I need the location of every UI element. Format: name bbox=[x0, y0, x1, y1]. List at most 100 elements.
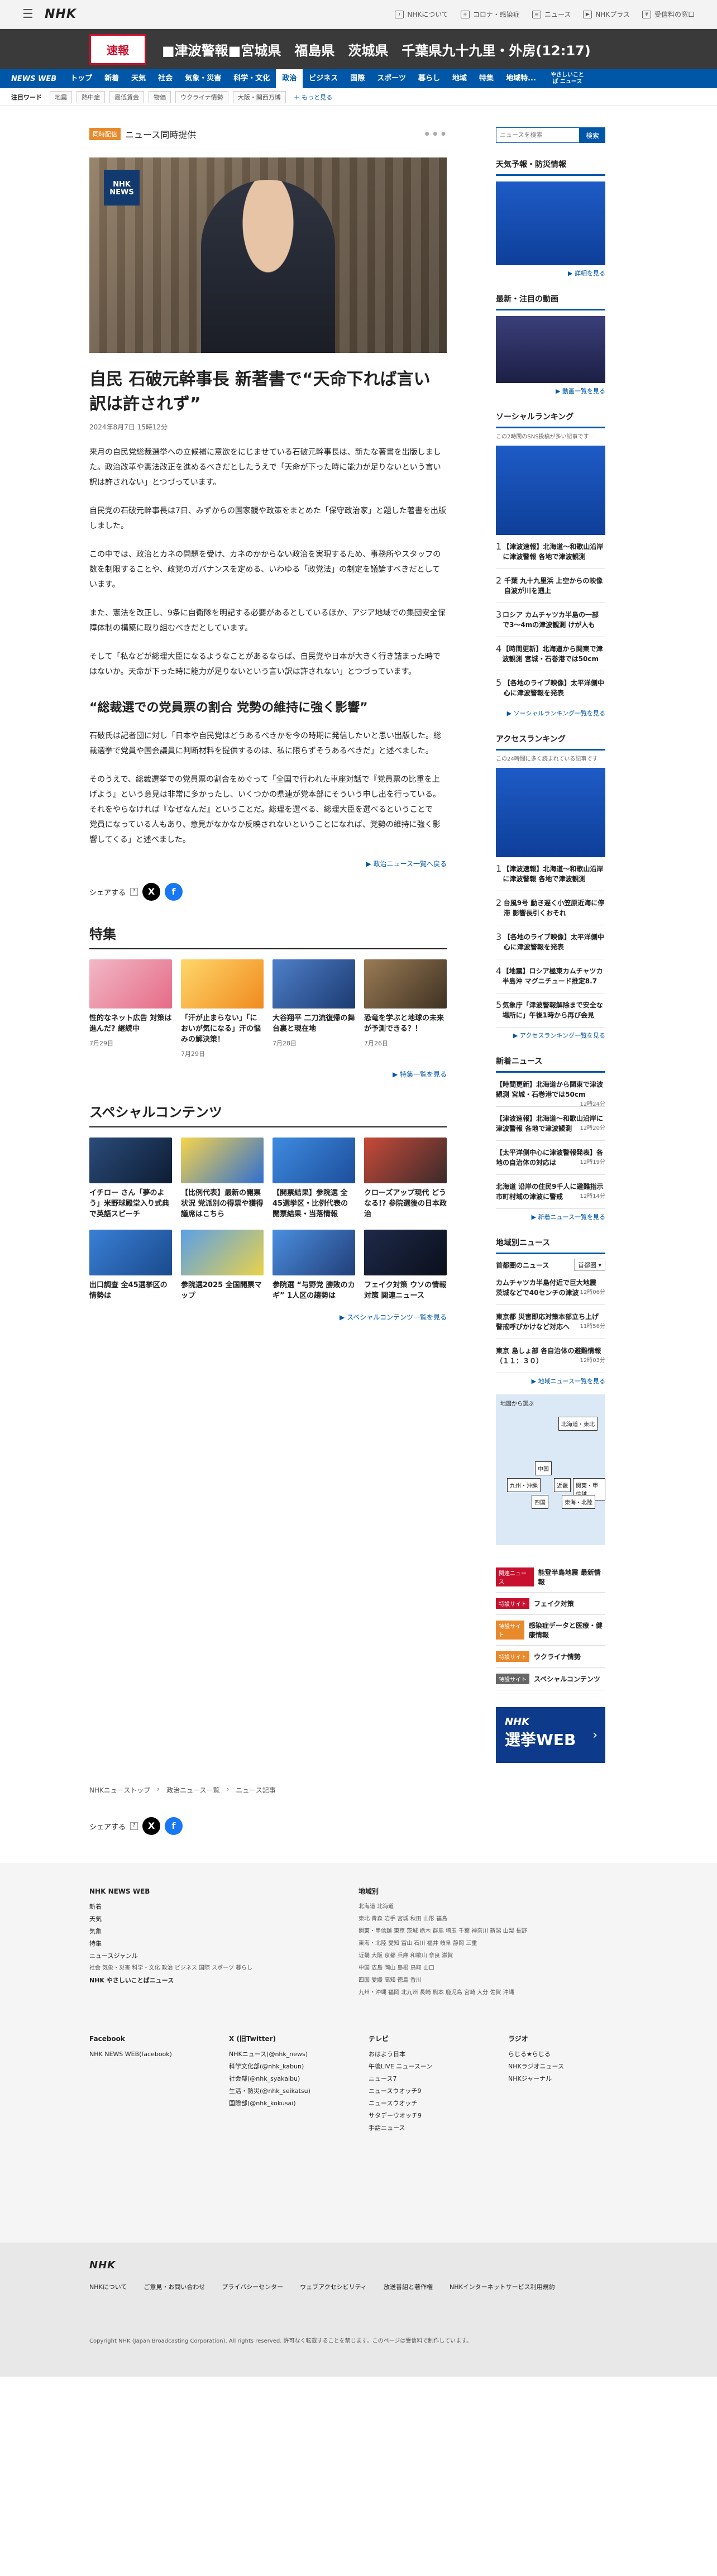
special-card[interactable]: イチロー さん「夢のよう」米野球殿堂入り式典で英語スピーチ bbox=[89, 1138, 172, 1220]
special-card[interactable]: フェイク対策 ウソの情報対策 関連ニュース bbox=[364, 1230, 447, 1301]
special-more-link[interactable]: ▶ スペシャルコンテンツ一覧を見る bbox=[89, 1312, 447, 1322]
ranking-item[interactable]: 3 ロシア カムチャツカ半島の一部で3〜4mの津波観測 けが人も bbox=[496, 603, 605, 637]
feature-card[interactable]: 恐竜を学ぶと地球の未来が予測できる？！ 7月26日 bbox=[364, 959, 447, 1058]
ranking-item[interactable]: 4 【時間更新】北海道から関東で津波観測 宮城・石巻港では50cm bbox=[496, 637, 605, 671]
header-link-plus[interactable]: ▶ NHKプラス bbox=[583, 9, 630, 19]
latest-item[interactable]: 【時間更新】北海道から関東で津波観測 宮城・石巻港では50cm 12時24分 bbox=[496, 1073, 605, 1107]
feature-card[interactable]: 性的なネット広告 対策は進んだ? 継続中 7月29日 bbox=[89, 959, 172, 1058]
share-info-icon[interactable]: ? bbox=[130, 888, 138, 896]
tag[interactable]: 大阪・関西万博 bbox=[232, 90, 286, 103]
nav-weather[interactable]: 天気 bbox=[125, 69, 152, 88]
nav-science[interactable]: 科学・文化 bbox=[227, 69, 276, 88]
video-thumb[interactable] bbox=[496, 316, 605, 383]
ranking-item[interactable]: 4 【地震】ロシア極東カムチャツカ半島沖 マグニチュード推定8.7 bbox=[496, 959, 605, 993]
latest-item[interactable]: 北海道 沿岸の住民9千人に避難指示 市町村域の津波に警戒 12時14分 bbox=[496, 1175, 605, 1209]
video-more-link[interactable]: ▶ 動画一覧を見る bbox=[496, 386, 605, 395]
latest-item[interactable]: 【太平洋側中心に津波警報発表】各地の自治体の対応は 12時19分 bbox=[496, 1141, 605, 1175]
nav-top[interactable]: トップ bbox=[64, 69, 98, 88]
breadcrumb-item[interactable]: 政治ニュース一覧 bbox=[166, 1785, 219, 1795]
nav-new[interactable]: 新着 bbox=[98, 69, 125, 88]
carousel-dots[interactable]: ● ● ● bbox=[425, 131, 447, 137]
nav-sports[interactable]: スポーツ bbox=[371, 69, 412, 88]
latest-more-link[interactable]: ▶ 新着ニュース一覧を見る bbox=[496, 1212, 605, 1221]
share-info-icon[interactable]: ? bbox=[130, 1822, 138, 1830]
ranking-item[interactable]: 3 【各地のライブ映像】太平洋側中心に津波警報を発表 bbox=[496, 925, 605, 959]
header-link-corona[interactable]: + コロナ・感染症 bbox=[460, 9, 520, 19]
special-card[interactable]: 【比例代表】最新の開票状況 党派別の得票や獲得議席はこちら bbox=[181, 1138, 264, 1220]
banner-health[interactable]: 特設サイト 感染症データと医療・健康情報 bbox=[496, 1615, 605, 1646]
back-to-politics-link[interactable]: ▶ 政治ニュース一覧へ戻る bbox=[89, 859, 447, 868]
access-more-link[interactable]: ▶ アクセスランキング一覧を見る bbox=[496, 1031, 605, 1040]
weather-more-link[interactable]: ▶ 詳細を見る bbox=[496, 269, 605, 278]
ranking-item[interactable]: 1 【津波速報】北海道〜和歌山沿岸に津波警報 各地で津波観測 bbox=[496, 535, 605, 569]
tag[interactable]: 熱中症 bbox=[77, 90, 105, 103]
local-item[interactable]: 東京都 災害即応対策本部立ち上げ 警戒呼びかけなど対応へ 11時56分 bbox=[496, 1305, 605, 1339]
search-button[interactable]: 検索 bbox=[580, 127, 605, 143]
video-title: 最新・注目の動画 bbox=[496, 293, 605, 310]
nav-business[interactable]: ビジネス bbox=[303, 69, 344, 88]
ranking-item[interactable]: 5 気象庁「津波警報解除まで安全な場所に」午後1時から再び会見 bbox=[496, 993, 605, 1027]
nav-feature[interactable]: 特集 bbox=[473, 69, 500, 88]
feature-thumb bbox=[273, 959, 355, 1009]
special-card[interactable]: クローズアップ現代 どうなる!? 参院選後の日本政治 bbox=[364, 1138, 447, 1220]
facebook-share-icon[interactable]: f bbox=[165, 1817, 183, 1835]
weather-map[interactable] bbox=[496, 181, 605, 265]
nav-international[interactable]: 国際 bbox=[344, 69, 371, 88]
x-share-icon[interactable]: X bbox=[142, 1817, 161, 1835]
menu-icon[interactable]: ☰ bbox=[22, 7, 45, 21]
ranking-item[interactable]: 1 【津波速報】北海道〜和歌山沿岸に津波警報 各地で津波観測 bbox=[496, 857, 605, 891]
article-date: 2024年8月7日 15時12分 bbox=[89, 423, 168, 431]
feature-card[interactable]: 大谷翔平 二刀流復帰の舞台裏と現在地 7月28日 bbox=[273, 959, 355, 1058]
ranking-item[interactable]: 2 千葉 九十九里浜 上空からの映像 自波が川を遡上 bbox=[496, 569, 605, 603]
nav-disaster[interactable]: 気象・災害 bbox=[179, 69, 227, 88]
article-paragraph: 石破氏は記者団に対し「日本や自民党はどうあるべきかを今の時期に発信したいと思い出… bbox=[89, 732, 441, 756]
tag[interactable]: 最低賃金 bbox=[109, 90, 144, 103]
election-web-banner[interactable]: NHK 選挙WEB › bbox=[496, 1707, 605, 1763]
nav-society[interactable]: 社会 bbox=[152, 69, 179, 88]
header-link-fee[interactable]: ¥ 受信料の窓口 bbox=[642, 9, 695, 19]
header-link-about[interactable]: i NHKについて bbox=[395, 9, 448, 19]
tag[interactable]: 物価 bbox=[149, 90, 171, 103]
tag[interactable]: ウクライナ情勢 bbox=[175, 90, 228, 103]
region-select[interactable]: 首都圏 ▾ bbox=[573, 1259, 605, 1271]
access-ranking-note: この24時間に多く読まれている記事です bbox=[496, 756, 598, 762]
nav-region-feature[interactable]: 地域特... bbox=[500, 69, 542, 88]
local-item[interactable]: 東京 島しょ部 各自治体の避難情報（１１：３０） 12時03分 bbox=[496, 1339, 605, 1373]
nhk-logo[interactable]: NHK bbox=[45, 7, 77, 21]
x-share-icon[interactable]: X bbox=[142, 883, 161, 901]
social-ranking-image[interactable] bbox=[496, 446, 605, 535]
ranking-item[interactable]: 2 台風9号 動き遅く小笠原近海に停滞 影響長引くおそれ bbox=[496, 891, 605, 925]
latest-item[interactable]: 【津波速報】北海道〜和歌山沿岸に津波警報 各地で津波観測 12時20分 bbox=[496, 1107, 605, 1141]
special-card[interactable]: 参院選 “与野党 勝敗のカギ” 1人区の趨勢は bbox=[273, 1230, 355, 1301]
banner-fake[interactable]: 特設サイト フェイク対策 bbox=[496, 1593, 605, 1615]
facebook-share-icon[interactable]: f bbox=[165, 883, 183, 901]
header-link-news[interactable]: ≡ ニュース bbox=[532, 9, 571, 19]
banner-special[interactable]: 特設サイト スペシャルコンテンツ bbox=[496, 1668, 605, 1690]
nhk-news-logo: NHK NEWS bbox=[104, 170, 140, 205]
nhk-footer-logo[interactable]: NHK bbox=[89, 2259, 628, 2271]
tag[interactable]: 地震 bbox=[50, 90, 72, 103]
nav-politics[interactable]: 政治 bbox=[276, 69, 303, 88]
feature-more-link[interactable]: ▶ 特集一覧を見る bbox=[89, 1069, 447, 1079]
local-item[interactable]: カムチャツカ半島付近で巨大地震 茨城などで40センチの津波 12時06分 bbox=[496, 1271, 605, 1305]
banner-ukraine[interactable]: 特設サイト ウクライナ情勢 bbox=[496, 1646, 605, 1668]
access-ranking-image[interactable] bbox=[496, 768, 605, 857]
footer-news-column: NHK NEWS WEB 新着 天気 気象 特集 ニュースジャンル 社会 気象・… bbox=[89, 1887, 253, 1984]
ranking-item[interactable]: 5 【各地のライブ映像】太平洋側中心に津波警報を発表 bbox=[496, 671, 605, 705]
breaking-alert[interactable]: 速報 ■津波警報■宮城県 福島県 茨城県 千葉県九十九里・外房(12:17) bbox=[0, 29, 717, 69]
special-card[interactable]: 出口調査 全45選挙区の情勢は bbox=[89, 1230, 172, 1301]
region-map[interactable]: 地図から選ぶ 北海道・東北 中国 近畿 関東・甲信越 九州・沖縄 四国 東海・北… bbox=[496, 1394, 605, 1545]
banner-noto[interactable]: 関連ニュース 能登半島地震 最新情報 bbox=[496, 1562, 605, 1593]
nav-easy-news[interactable]: やさしいことば ニュース bbox=[542, 69, 592, 88]
feature-card[interactable]: 「汗が止まらない」「においが気になる」汗の悩みの解決策！ 7月29日 bbox=[181, 959, 264, 1058]
tags-more-link[interactable]: ＋ もっと見る bbox=[294, 93, 333, 102]
search-input[interactable] bbox=[496, 127, 580, 143]
special-card[interactable]: 参院選2025 全国開票マップ bbox=[181, 1230, 264, 1301]
local-more-link[interactable]: ▶ 地域ニュース一覧を見る bbox=[496, 1377, 605, 1385]
breadcrumb-item[interactable]: NHKニューストップ bbox=[89, 1785, 150, 1795]
nav-region[interactable]: 地域 bbox=[446, 69, 473, 88]
nav-brand[interactable]: NEWS WEB bbox=[11, 75, 64, 83]
nav-life[interactable]: 暮らし bbox=[412, 69, 446, 88]
social-more-link[interactable]: ▶ ソーシャルランキング一覧を見る bbox=[496, 709, 605, 718]
special-card[interactable]: 【開票結果】参院選 全45選挙区・比例代表の開票結果・当落情報 bbox=[273, 1138, 355, 1220]
